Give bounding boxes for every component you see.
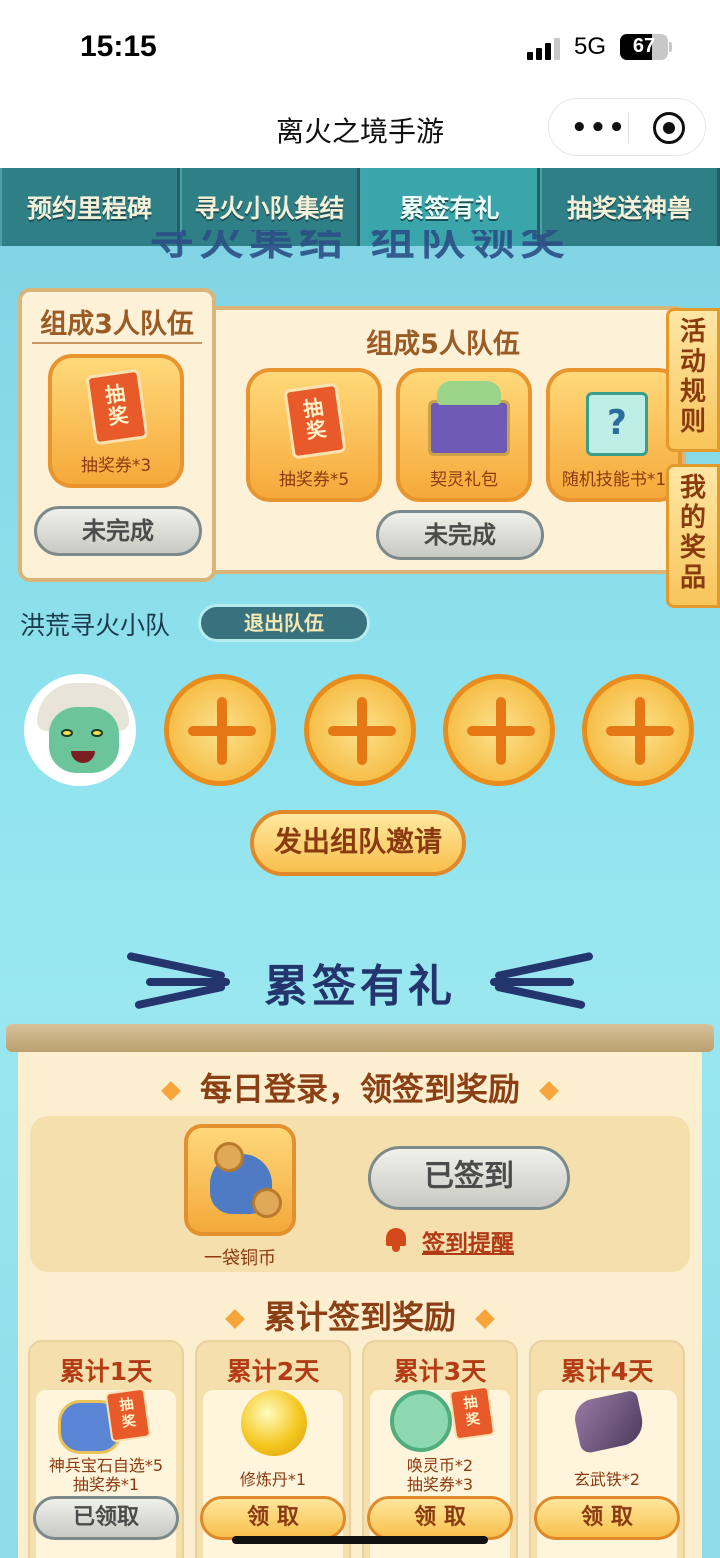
reward-label: 抽奖券*5 (278, 470, 350, 490)
diamond-icon (475, 1309, 495, 1329)
day4-claim-button[interactable]: 领 取 (534, 1496, 680, 1540)
my-prizes-button[interactable]: 我的奖品 (666, 464, 720, 608)
day-title: 累计4天 (560, 1357, 654, 1386)
day-reward-label: 唤灵币*2 抽奖券*3 (406, 1456, 474, 1494)
status-bar: 15:15 5G 67 (0, 0, 720, 92)
add-member-icon[interactable] (164, 674, 276, 786)
reward-spirit-pack: 契灵礼包 (396, 368, 532, 502)
signal-icon (527, 38, 561, 60)
more-dots-icon[interactable]: ••• (571, 113, 627, 143)
home-indicator[interactable] (232, 1536, 488, 1544)
add-member-icon[interactable] (582, 674, 694, 786)
lottery-ticket-icon: 抽奖 (104, 1387, 152, 1443)
elixir-icon (241, 1390, 307, 1456)
page-content: 预约里程碑 寻火小队集结 累签有礼 抽奖送神兽 寻火集结 组队领奖 组成5人队伍… (0, 168, 720, 1558)
network-type: 5G (574, 33, 607, 60)
reward-skill-book: ? 随机技能书*1 (546, 368, 682, 502)
day-reward-label: 修炼丹*1 (239, 1470, 307, 1489)
section-banner: 寻火集结 组队领奖 (149, 230, 571, 265)
battery-icon: 67 (620, 34, 668, 60)
team3-panel: 组成3人队伍 抽 奖 抽奖券*3 未完成 (18, 288, 216, 582)
target-icon[interactable] (653, 112, 685, 144)
signin-section-title: 累签有礼 (264, 961, 456, 1012)
reward-label: 随机技能书*1 (561, 470, 667, 490)
day-title: 累计1天 (59, 1357, 153, 1386)
reward-ticket-3: 抽 奖 抽奖券*3 (48, 354, 184, 488)
team3-title: 组成3人队伍 (40, 309, 194, 340)
daily-reward-label: 一袋铜币 (204, 1248, 276, 1269)
lottery-ticket-icon: 抽 奖 (283, 382, 347, 460)
diamond-icon (225, 1309, 245, 1329)
lottery-ticket-icon: 抽 奖 (85, 368, 149, 446)
reward-label: 抽奖券*3 (80, 456, 152, 476)
status-time: 15:15 (80, 30, 157, 63)
daily-title: 每日登录，领签到奖励 (0, 1064, 720, 1110)
signed-button[interactable]: 已签到 (368, 1146, 570, 1210)
day-reward-label: 神兵宝石自选*5 抽奖券*1 (48, 1456, 164, 1494)
ticket-icon-text: 抽 奖 (301, 394, 328, 444)
daily-box (30, 1116, 690, 1272)
cumulative-title-text: 累计签到奖励 (263, 1298, 456, 1336)
team5-title: 组成5人队伍 (366, 329, 520, 360)
day2-claim-button[interactable]: 领 取 (200, 1496, 346, 1540)
reward-label: 契灵礼包 (430, 470, 498, 490)
coin-bag-icon (210, 1142, 282, 1218)
spirit-coin-icon (390, 1390, 452, 1452)
day1-claimed-button[interactable]: 已领取 (33, 1496, 179, 1540)
bell-icon (384, 1226, 408, 1252)
capsule-divider (628, 113, 629, 143)
diamond-icon (161, 1081, 181, 1101)
team5-status: 未完成 (376, 510, 544, 560)
scroll-roller (6, 1024, 714, 1052)
team-name: 洪荒寻火小队 (20, 611, 171, 640)
divider (32, 342, 202, 344)
day-title: 累计3天 (393, 1357, 487, 1386)
diamond-icon (539, 1081, 559, 1101)
title-bar: 离火之境手游 ••• (0, 92, 720, 168)
quit-team-button[interactable]: 退出队伍 (198, 604, 370, 642)
signin-reminder-link[interactable]: 签到提醒 (422, 1224, 514, 1258)
day-reward-label: 玄武铁*2 (573, 1470, 641, 1489)
cumulative-title: 累计签到奖励 (0, 1292, 720, 1338)
team5-panel: 组成5人队伍 抽 奖 抽奖券*5 契灵礼包 ? 随机技能书*1 未完成 (200, 306, 686, 574)
day-title: 累计2天 (226, 1357, 320, 1386)
battery-level: 67 (632, 35, 656, 57)
avatar (24, 674, 136, 786)
ticket-icon-text: 抽 奖 (103, 380, 130, 430)
capsule-menu: ••• (548, 98, 706, 156)
add-member-icon[interactable] (304, 674, 416, 786)
daily-title-text: 每日登录，领签到奖励 (199, 1070, 520, 1108)
add-member-icon[interactable] (443, 674, 555, 786)
send-invite-button[interactable]: 发出组队邀请 (250, 810, 466, 876)
skill-book-icon: ? (586, 392, 648, 456)
reward-ticket-5: 抽 奖 抽奖券*5 (246, 368, 382, 502)
daily-reward-card (184, 1124, 296, 1236)
day3-claim-button[interactable]: 领 取 (367, 1496, 513, 1540)
lottery-ticket-icon: 抽奖 (448, 1385, 496, 1441)
team3-status: 未完成 (34, 506, 202, 556)
gift-box-icon (428, 381, 510, 456)
battery-tip (669, 42, 672, 52)
rules-button[interactable]: 活动规则 (666, 308, 720, 452)
